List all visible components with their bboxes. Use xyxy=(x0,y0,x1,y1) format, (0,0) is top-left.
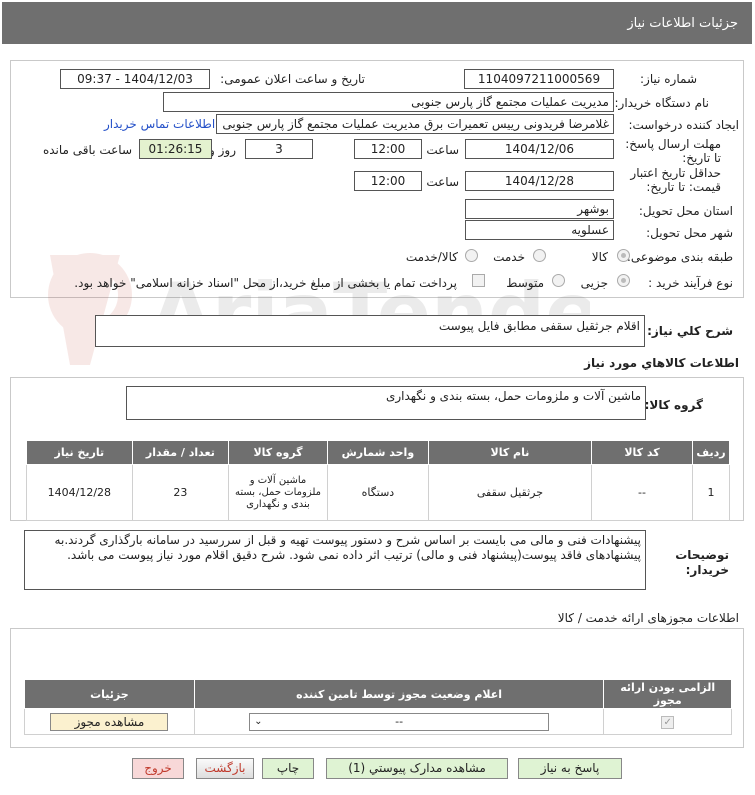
creator-field: غلامرضا فریدونی رییس تعمیرات برق مدیریت … xyxy=(216,114,614,134)
buyer-notes-field: پیشنهادات فنی و مالی می بایست بر اساس شر… xyxy=(24,530,646,590)
treasury-payment-note: پرداخت تمام یا بخشی از مبلغ خرید،از محل … xyxy=(74,276,457,290)
goods-group-field: ماشین آلات و ملزومات حمل، بسته بندی و نگ… xyxy=(126,386,646,420)
remaining-label: ساعت باقی مانده xyxy=(42,143,132,157)
category-goods-label: کالا xyxy=(591,250,608,264)
col-required: الزامی بودن ارائه مجوز xyxy=(603,679,732,709)
col-date: تاریخ نیاز xyxy=(26,440,133,465)
cell-unit: دستگاه xyxy=(326,464,429,521)
city-field: عسلویه xyxy=(465,220,614,240)
cell-qty: 23 xyxy=(131,464,230,521)
table-row: ✓ -- ⌄ مشاهده مجوز xyxy=(24,708,732,735)
creator-label: ایجاد کننده درخواست: xyxy=(628,118,739,132)
province-field: بوشهر xyxy=(465,199,614,219)
remaining-time-field: 01:26:15 xyxy=(139,139,212,159)
cell-name: جرثقیل سقفی xyxy=(427,464,592,521)
col-code: کد کالا xyxy=(590,440,694,465)
view-permit-button[interactable]: مشاهده مجوز xyxy=(50,712,169,731)
treasury-payment-checkbox[interactable] xyxy=(472,274,485,287)
buyer-label: نام دستگاه خریدار: xyxy=(614,96,710,110)
deadline-time-label: ساعت xyxy=(426,143,459,157)
exit-button[interactable]: خروج xyxy=(132,758,184,779)
validity-label: حداقل تاریخ اعتبار قیمت: تا تاریخ: xyxy=(630,166,721,194)
validity-time-label: ساعت xyxy=(426,175,459,189)
validity-time-field: 12:00 xyxy=(354,171,422,191)
col-status: اعلام وضعیت مجوز توسط تامین کننده xyxy=(193,679,605,709)
summary-field: اقلام جرثقیل سقفی مطابق فایل پیوست xyxy=(95,315,645,347)
process-radio-minor[interactable] xyxy=(617,274,630,287)
cell-required: ✓ xyxy=(603,708,732,735)
col-name: نام کالا xyxy=(427,440,592,465)
category-radio-goods[interactable] xyxy=(617,249,630,262)
validity-date-field: 1404/12/28 xyxy=(465,171,614,191)
goods-table: ردیف کد کالا نام کالا واحد شمارش گروه کا… xyxy=(26,440,730,521)
category-radio-both[interactable] xyxy=(465,249,478,262)
cell-status: -- ⌄ xyxy=(193,708,605,735)
category-service-label: خدمت xyxy=(493,250,525,264)
permits-table: الزامی بودن ارائه مجوز اعلام وضعیت مجوز … xyxy=(24,679,732,735)
cell-row: 1 xyxy=(692,464,730,521)
page-header: جزئیات اطلاعات نیاز xyxy=(2,2,752,44)
cell-code: -- xyxy=(590,464,694,521)
need-number-label: شماره نیاز: xyxy=(640,72,697,86)
process-medium-label: متوسط xyxy=(506,276,544,290)
permit-status-value: -- xyxy=(395,714,404,728)
announce-field: 1404/12/03 - 09:37 xyxy=(60,69,210,89)
deadline-label: مهلت ارسال پاسخ: تا تاریخ: xyxy=(625,137,721,165)
table-row: 1 -- جرثقیل سقفی دستگاه ماشین آلات و ملز… xyxy=(26,464,730,521)
buyer-field: مدیریت عملیات مجتمع گاز پارس جنوبی xyxy=(163,92,614,112)
required-checkbox: ✓ xyxy=(661,715,675,729)
cell-details: مشاهده مجوز xyxy=(24,708,195,735)
buyer-notes-label: توضیحات خریدار: xyxy=(675,548,729,577)
need-number-field: 1104097211000569 xyxy=(464,69,614,89)
contact-buyer-link[interactable]: اطلاعات تماس خریدار xyxy=(104,117,215,131)
deadline-time-field: 12:00 xyxy=(354,139,422,159)
days-label: روز و xyxy=(209,143,236,157)
permits-title: اطلاعات مجوزهای ارائه خدمت / کالا xyxy=(557,611,739,625)
permit-status-select[interactable]: -- ⌄ xyxy=(249,712,550,731)
col-unit: واحد شمارش xyxy=(326,440,429,465)
print-button[interactable]: چاپ xyxy=(262,758,314,779)
goods-section-title: اطلاعات کالاهاي مورد نياز xyxy=(584,356,739,370)
view-attachments-button[interactable]: مشاهده مدارک پیوستي (1) xyxy=(326,758,508,779)
col-group: گروه کالا xyxy=(228,440,328,465)
days-field: 3 xyxy=(245,139,313,159)
cell-date: 1404/12/28 xyxy=(26,464,133,521)
page-title: جزئیات اطلاعات نیاز xyxy=(627,15,738,31)
process-label: نوع فرآیند خرید : xyxy=(648,276,733,290)
back-button[interactable]: بازگشت xyxy=(196,758,254,779)
goods-table-header: ردیف کد کالا نام کالا واحد شمارش گروه کا… xyxy=(26,440,730,465)
summary-label: شرح کلي نياز: xyxy=(647,324,733,338)
chevron-down-icon: ⌄ xyxy=(254,715,263,727)
deadline-date-field: 1404/12/06 xyxy=(465,139,614,159)
category-both-label: کالا/خدمت xyxy=(405,250,458,264)
process-radio-medium[interactable] xyxy=(552,274,565,287)
province-label: استان محل تحویل: xyxy=(638,204,733,218)
category-radio-service[interactable] xyxy=(533,249,546,262)
goods-group-label: گروه کالا: xyxy=(644,398,703,412)
col-qty: تعداد / مقدار xyxy=(131,440,230,465)
process-minor-label: جزیی xyxy=(580,276,608,290)
city-label: شهر محل تحویل: xyxy=(646,226,733,240)
col-details: جزئیات xyxy=(24,679,195,709)
reply-button[interactable]: پاسخ به نیاز xyxy=(518,758,622,779)
announce-label: تاریخ و ساعت اعلان عمومی: xyxy=(220,72,365,86)
col-row: ردیف xyxy=(692,440,730,465)
category-label: طبقه بندی موضوعی: xyxy=(626,250,733,264)
cell-group: ماشین آلات و ملزومات حمل، بسته بندی و نگ… xyxy=(228,464,328,521)
permits-table-header: الزامی بودن ارائه مجوز اعلام وضعیت مجوز … xyxy=(24,679,732,709)
